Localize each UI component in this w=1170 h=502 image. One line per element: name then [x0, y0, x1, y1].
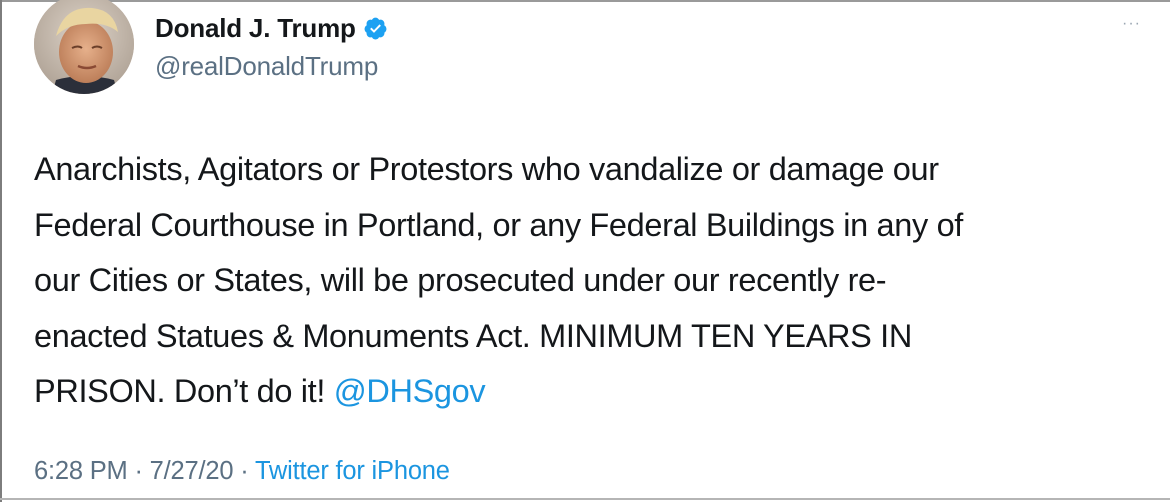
screenshot-border-top — [0, 0, 1170, 2]
tweet-metadata: 6:28 PM · 7/27/20 · Twitter for iPhone — [34, 457, 450, 486]
screenshot-border-bottom — [0, 498, 1170, 500]
tweet-text: Anarchists, Agitators or Protestors who … — [34, 142, 1144, 420]
screenshot-border-left — [0, 0, 2, 502]
tweet-line-4: enacted Statues & Monuments Act. MINIMUM… — [34, 317, 912, 354]
tweet-time[interactable]: 6:28 PM — [34, 457, 128, 485]
avatar-photo-icon — [34, 0, 134, 94]
tweet-header: Donald J. Trump @realDonaldTrump — [155, 9, 388, 82]
more-options-icon[interactable]: ··· — [1122, 16, 1141, 32]
tweet-card: Donald J. Trump @realDonaldTrump ··· Ana… — [0, 0, 1170, 502]
tweet-source-link[interactable]: Twitter for iPhone — [255, 457, 450, 485]
tweet-line-5: PRISON. Don’t do it! — [34, 373, 334, 409]
avatar[interactable] — [34, 0, 134, 94]
author-handle[interactable]: @realDonaldTrump — [155, 51, 388, 82]
author-name-row: Donald J. Trump — [155, 9, 388, 47]
author-name[interactable]: Donald J. Trump — [155, 13, 356, 44]
tweet-line-1: Anarchists, Agitators or Protestors who … — [34, 151, 939, 187]
mention-link[interactable]: @DHSgov — [334, 373, 486, 409]
meta-separator: · — [233, 457, 255, 485]
tweet-line-2: Federal Courthouse in Portland, or any F… — [34, 206, 963, 243]
verified-badge-icon — [364, 17, 387, 39]
tweet-line-3: our Cities or States, will be prosecuted… — [34, 262, 887, 298]
meta-separator: · — [127, 457, 150, 485]
tweet-date[interactable]: 7/27/20 — [150, 457, 234, 485]
